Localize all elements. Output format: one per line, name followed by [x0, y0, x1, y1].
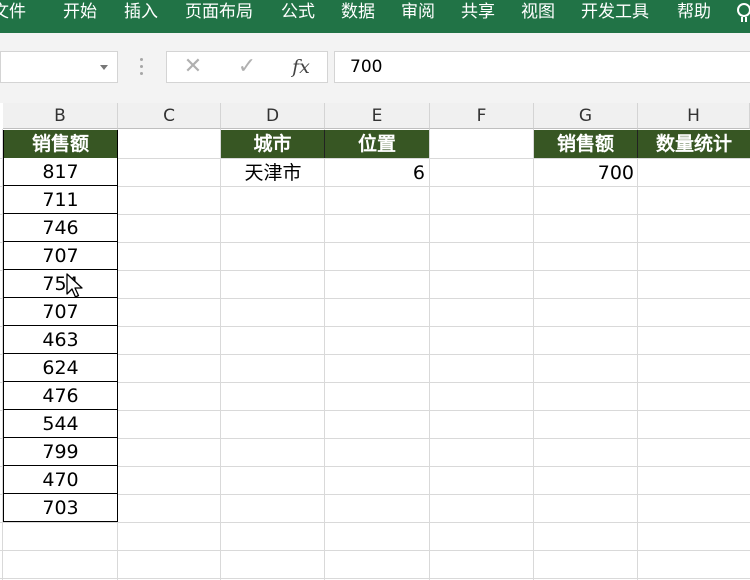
sales-cell[interactable]: 707: [3, 298, 118, 326]
sales-result-cell[interactable]: 700: [534, 159, 638, 187]
ribbon-tab[interactable]: 审阅: [401, 0, 435, 26]
header-cell-e[interactable]: 位置: [325, 130, 429, 158]
header-cell-g[interactable]: 销售额: [534, 130, 638, 158]
formula-buttons: ✕ ✓ fx: [166, 51, 328, 83]
mouse-cursor-icon: [66, 273, 83, 298]
gridline-horizontal: [0, 522, 750, 523]
ribbon-tab[interactable]: 页面布局: [185, 0, 253, 26]
gridline-horizontal: [0, 578, 750, 579]
cancel-icon[interactable]: ✕: [181, 56, 205, 80]
header-cell-d[interactable]: 城市: [221, 130, 325, 158]
sales-cell[interactable]: 624: [3, 354, 118, 382]
name-box[interactable]: [0, 51, 118, 83]
sales-cell[interactable]: 707: [3, 242, 118, 270]
sales-cell[interactable]: 746: [3, 214, 118, 242]
ribbon-tab[interactable]: 数据: [341, 0, 375, 26]
column-header-d[interactable]: D: [221, 103, 325, 129]
lightbulb-icon[interactable]: [737, 3, 750, 22]
column-header-f[interactable]: F: [430, 103, 534, 129]
worksheet-grid: BCDEFGH 销售额 城市 位置 销售额 数量统计 817 711 746 707 7…: [0, 103, 750, 580]
ribbon-tab[interactable]: 插入: [124, 0, 158, 26]
formula-bar: ✕ ✓ fx 700: [0, 33, 750, 103]
column-header-g[interactable]: G: [534, 103, 638, 129]
ribbon-tab[interactable]: 公式: [281, 0, 315, 26]
ribbon-tab-bar: 文件 开始 插入 页面布局 公式 数据 审阅 共享 视图 开发工具 帮助: [0, 0, 750, 33]
ribbon-tab[interactable]: 视图: [521, 0, 555, 26]
sales-cell[interactable]: 476: [3, 382, 118, 410]
ribbon-tab[interactable]: 共享: [461, 0, 495, 26]
confirm-icon[interactable]: ✓: [235, 56, 259, 80]
sales-cell[interactable]: 544: [3, 410, 118, 438]
sales-cell[interactable]: 703: [3, 494, 118, 522]
header-cell-h[interactable]: 数量统计: [638, 130, 750, 158]
column-header-e[interactable]: E: [325, 103, 430, 129]
header-cell-b[interactable]: 销售额: [3, 130, 118, 158]
ribbon-tab[interactable]: 开始: [63, 0, 97, 26]
column-header-b[interactable]: B: [3, 103, 118, 129]
column-header-c[interactable]: C: [118, 103, 221, 129]
sales-cell[interactable]: 463: [3, 326, 118, 354]
more-options-icon[interactable]: [140, 58, 143, 76]
sales-cell[interactable]: 470: [3, 466, 118, 494]
ribbon-tab[interactable]: 帮助: [677, 0, 711, 26]
sales-cell[interactable]: 799: [3, 438, 118, 466]
insert-function-icon[interactable]: fx: [289, 56, 313, 80]
sales-cell[interactable]: 711: [3, 186, 118, 214]
sales-cell[interactable]: 817: [3, 158, 118, 186]
chevron-down-icon[interactable]: [100, 65, 108, 70]
ribbon-tab[interactable]: 开发工具: [581, 0, 649, 26]
position-cell[interactable]: 6: [325, 159, 429, 187]
formula-input[interactable]: 700: [334, 51, 750, 83]
city-cell[interactable]: 天津市: [221, 159, 325, 187]
column-header-h[interactable]: H: [638, 103, 750, 129]
sales-cell[interactable]: 754: [3, 270, 118, 298]
gridline-horizontal: [0, 550, 750, 551]
ribbon-tab[interactable]: 文件: [0, 0, 26, 26]
